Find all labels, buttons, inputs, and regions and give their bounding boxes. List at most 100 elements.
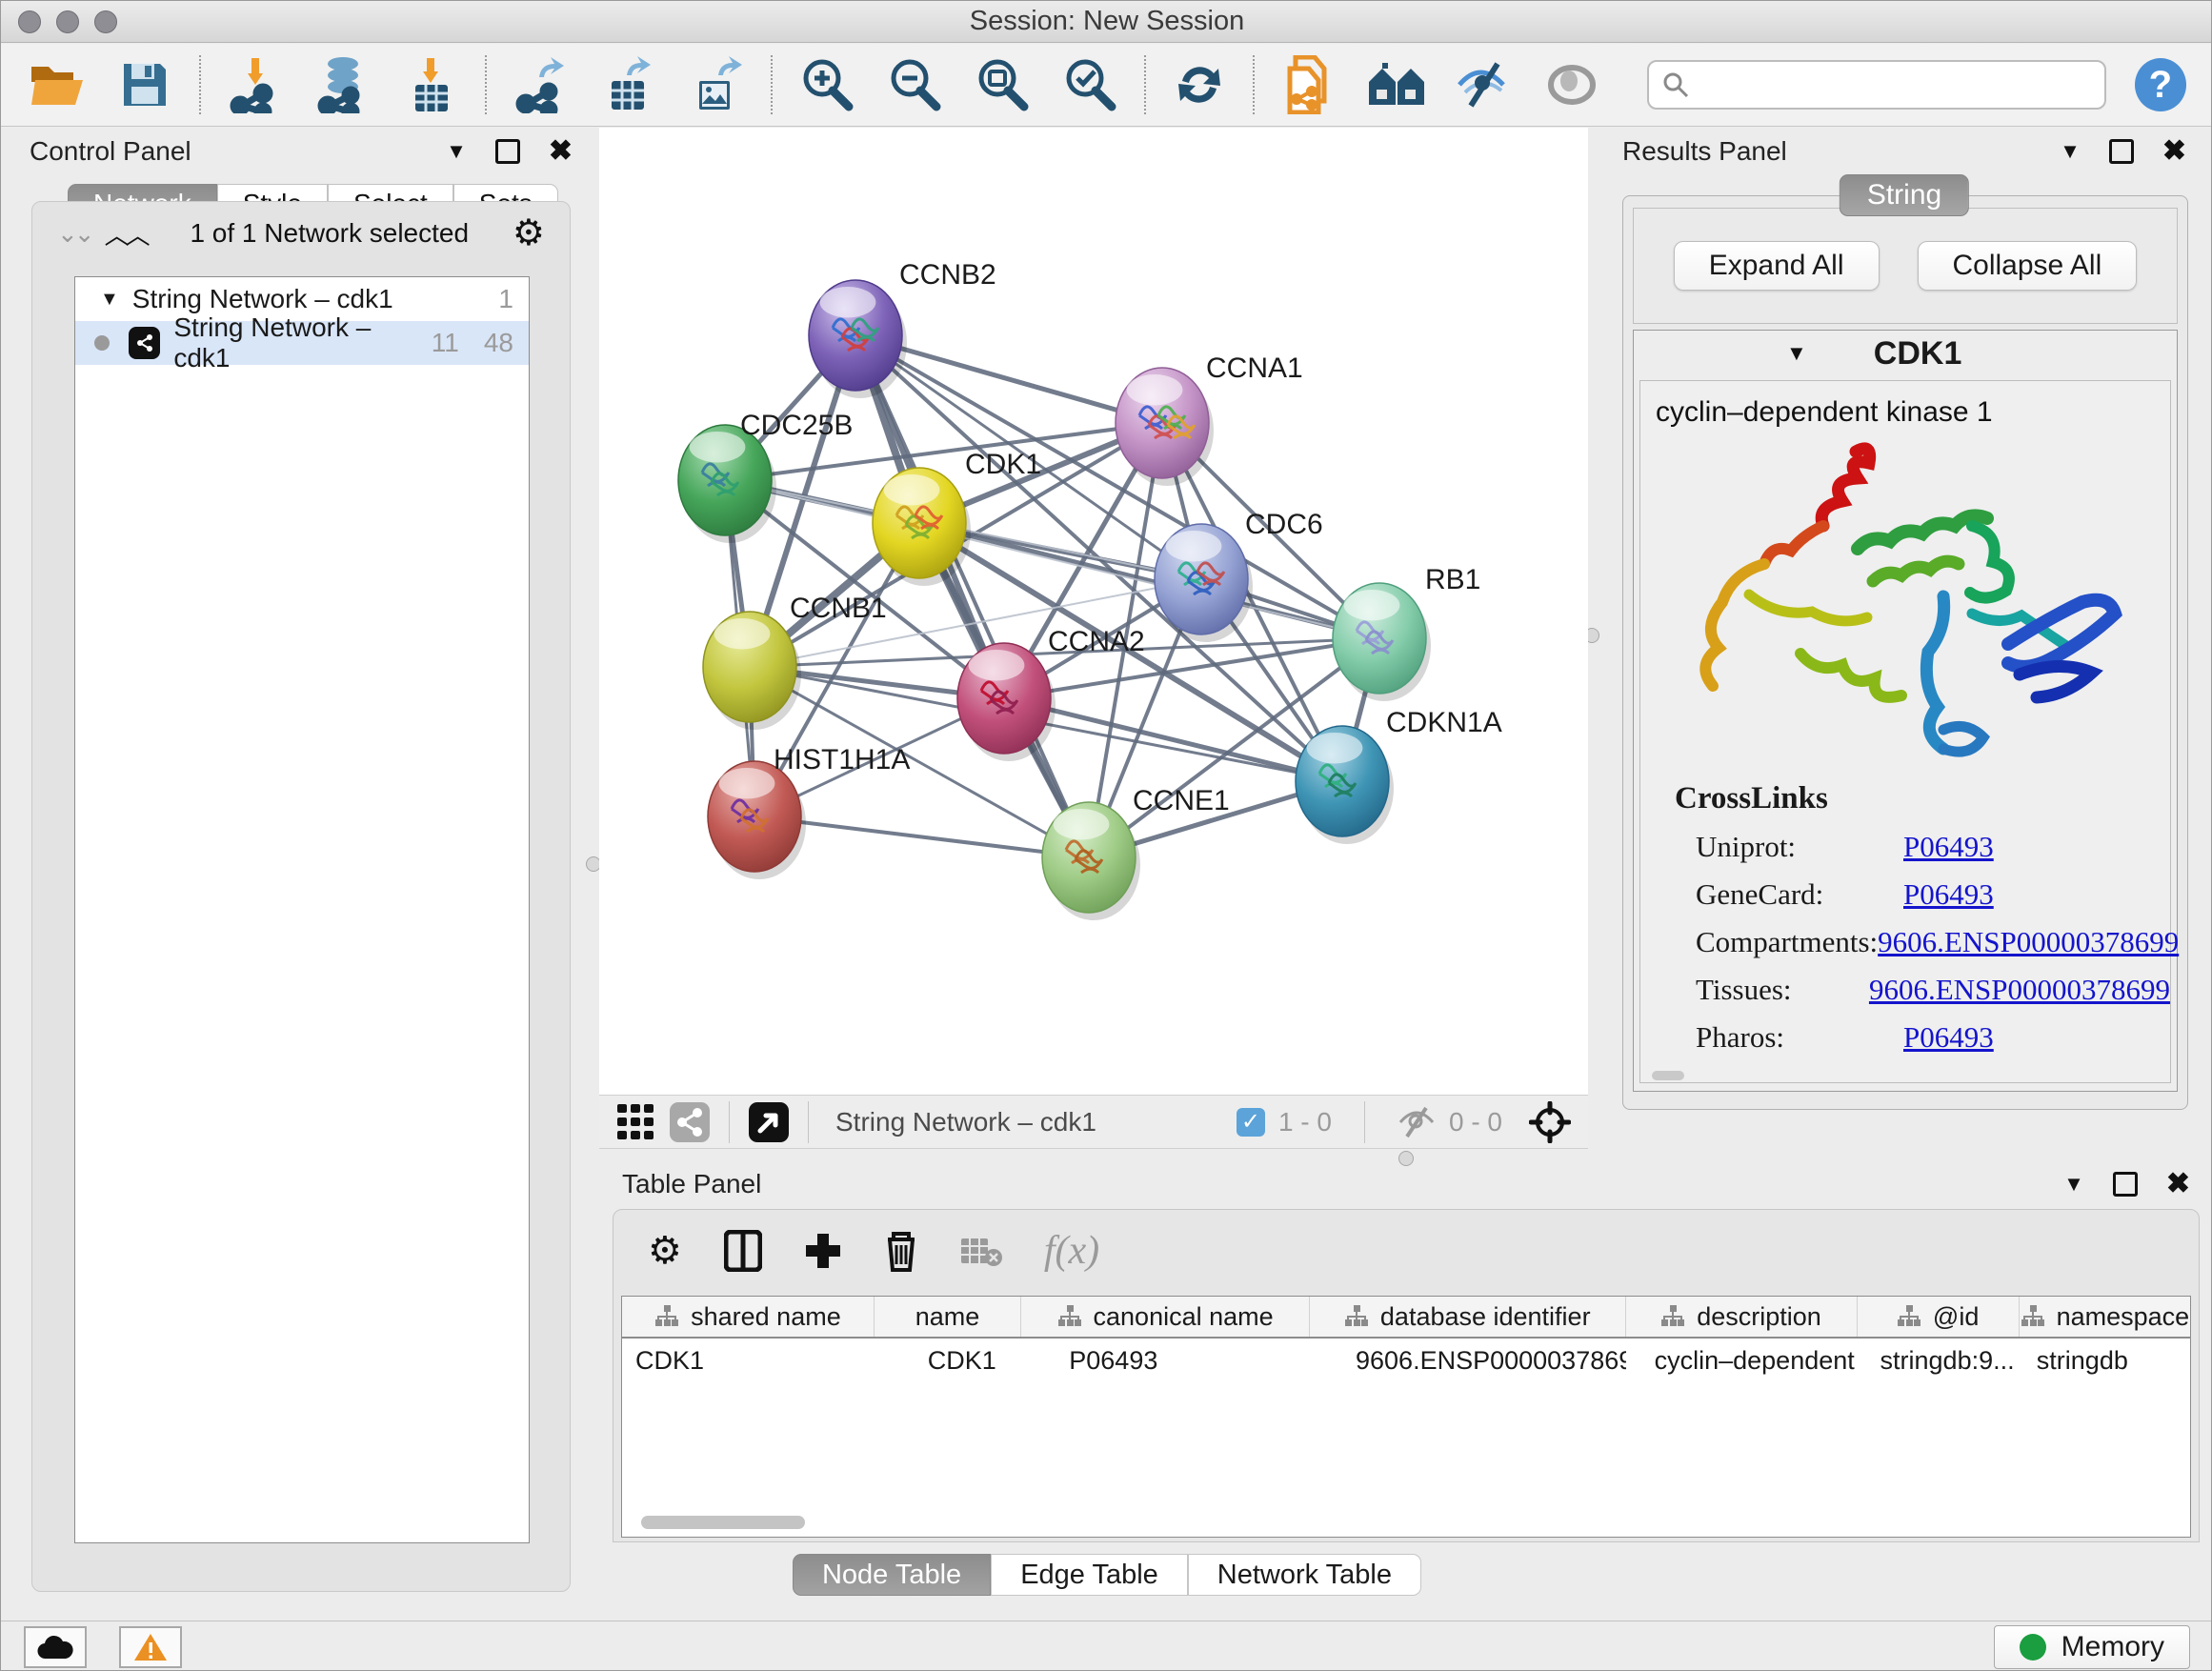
network-options-gear-icon[interactable]: ⚙ bbox=[513, 215, 545, 252]
export-image-icon[interactable] bbox=[687, 55, 746, 114]
memory-status-dot bbox=[2020, 1634, 2046, 1661]
crosslink-compartments-link[interactable]: 9606.ENSP00000378699 bbox=[1878, 925, 2179, 959]
column-header-namespace[interactable]: namespace bbox=[2020, 1297, 2190, 1337]
scrollbar-thumb[interactable] bbox=[641, 1516, 805, 1529]
import-database-icon[interactable] bbox=[313, 55, 372, 114]
tab-string[interactable]: String bbox=[1840, 174, 1969, 216]
crosslink-label: Tissues: bbox=[1675, 973, 1869, 1007]
hierarchy-icon bbox=[1057, 1304, 1082, 1329]
open-folder-icon[interactable] bbox=[28, 55, 87, 114]
table-toolbar: ⚙ f(x) bbox=[613, 1210, 2199, 1292]
memory-button[interactable]: Memory bbox=[1994, 1625, 2190, 1669]
zoom-selected-icon[interactable] bbox=[1060, 55, 1119, 114]
panel-float-icon[interactable] bbox=[2113, 1172, 2138, 1197]
expand-all-button[interactable]: Expand All bbox=[1674, 241, 1880, 291]
network-node[interactable]: CCNA1 bbox=[1116, 352, 1303, 486]
delete-column-icon[interactable] bbox=[884, 1230, 918, 1272]
table-row[interactable]: CDK1 CDK1 P06493 9606.ENSP00000378699 cy… bbox=[622, 1339, 2190, 1382]
collapse-all-networks-icon[interactable]: ︿︿ bbox=[105, 216, 147, 252]
network-node[interactable]: HIST1H1A bbox=[708, 744, 910, 879]
birdseye-share-icon[interactable] bbox=[670, 1102, 710, 1142]
panel-caret-icon[interactable]: ▼ bbox=[2060, 139, 2081, 164]
crosslink-genecard-link[interactable]: P06493 bbox=[1903, 877, 1994, 912]
tab-edge-table[interactable]: Edge Table bbox=[991, 1554, 1188, 1596]
show-all-eye-icon[interactable] bbox=[1542, 55, 1601, 114]
cell-namespace: stringdb bbox=[2020, 1339, 2190, 1382]
hidden-eye-slash-icon[interactable] bbox=[1398, 1106, 1436, 1138]
edge-count: 48 bbox=[484, 328, 513, 358]
protein-caret-icon[interactable]: ▼ bbox=[1786, 341, 1807, 366]
network-from-selection-icon[interactable] bbox=[1279, 55, 1338, 114]
column-header-name[interactable]: name bbox=[875, 1297, 1021, 1337]
svg-text:CCNB1: CCNB1 bbox=[790, 593, 887, 624]
open-in-new-window-icon[interactable] bbox=[749, 1102, 789, 1142]
crosslink-uniprot-link[interactable]: P06493 bbox=[1903, 830, 1994, 864]
network-node[interactable]: CDC25B bbox=[678, 410, 853, 543]
save-icon[interactable] bbox=[115, 55, 174, 114]
panel-close-icon[interactable]: ✖ bbox=[2162, 137, 2186, 166]
column-header-at-id[interactable]: @id bbox=[1858, 1297, 2020, 1337]
expand-all-networks-icon[interactable]: ⌄⌄ bbox=[57, 219, 91, 249]
svg-text:CDC25B: CDC25B bbox=[740, 410, 853, 441]
network-panel-body: ⌄⌄ ︿︿ 1 of 1 Network selected ⚙ ▼ String… bbox=[31, 201, 571, 1592]
crosshair-icon[interactable] bbox=[1529, 1101, 1571, 1143]
search-input[interactable] bbox=[1699, 70, 2091, 100]
collection-caret-icon[interactable]: ▼ bbox=[100, 289, 119, 311]
panel-caret-icon[interactable]: ▼ bbox=[2063, 1172, 2084, 1197]
cell-shared-name: CDK1 bbox=[622, 1339, 875, 1382]
column-header-description[interactable]: description bbox=[1626, 1297, 1858, 1337]
cell-description: cyclin–dependent ... bbox=[1626, 1339, 1858, 1382]
export-network-icon[interactable] bbox=[512, 55, 571, 114]
add-column-icon[interactable] bbox=[804, 1232, 842, 1270]
network-graph[interactable]: CCNB2CCNA1CDC25BCDK1CDC6RB1CCNB1CCNA2CDK… bbox=[599, 128, 1588, 1095]
cloud-button[interactable] bbox=[24, 1626, 87, 1668]
warning-button[interactable] bbox=[119, 1626, 182, 1668]
tab-node-table[interactable]: Node Table bbox=[793, 1554, 991, 1596]
network-canvas[interactable]: CCNB2CCNA1CDC25BCDK1CDC6RB1CCNB1CCNA2CDK… bbox=[599, 128, 1588, 1095]
hide-selected-eye-slash-icon[interactable] bbox=[1455, 55, 1514, 114]
help-icon[interactable]: ? bbox=[2135, 58, 2186, 111]
column-header-shared-name[interactable]: shared name bbox=[622, 1297, 875, 1337]
crosslink-pharos-link[interactable]: P06493 bbox=[1903, 1020, 1994, 1055]
panel-caret-icon[interactable]: ▼ bbox=[446, 139, 467, 164]
column-header-database-identifier[interactable]: database identifier bbox=[1310, 1297, 1626, 1337]
export-table-icon[interactable] bbox=[599, 55, 658, 114]
import-table-icon[interactable] bbox=[401, 55, 460, 114]
network-view-toolbar: String Network – cdk1 ✓ 1 - 0 0 - 0 bbox=[599, 1095, 1588, 1149]
zoom-fit-icon[interactable] bbox=[973, 55, 1032, 114]
network-status-dot bbox=[94, 335, 110, 351]
toolbar-divider bbox=[199, 55, 201, 114]
show-columns-icon[interactable] bbox=[724, 1230, 762, 1272]
selected-checkbox-icon[interactable]: ✓ bbox=[1237, 1108, 1265, 1137]
network-selected-label: 1 of 1 Network selected bbox=[147, 218, 513, 249]
panel-close-icon[interactable]: ✖ bbox=[2166, 1170, 2190, 1198]
crosslink-tissues-link[interactable]: 9606.ENSP00000378699 bbox=[1869, 973, 2170, 1007]
panel-float-icon[interactable] bbox=[2109, 139, 2134, 164]
results-scrollbar-thumb[interactable] bbox=[1652, 1071, 1684, 1080]
collapse-all-button[interactable]: Collapse All bbox=[1918, 241, 2138, 291]
crosslinks-heading: CrossLinks bbox=[1675, 781, 2170, 816]
import-network-icon[interactable] bbox=[226, 55, 285, 114]
network-node[interactable]: CDC6 bbox=[1155, 509, 1323, 642]
zoom-in-icon[interactable] bbox=[797, 55, 856, 114]
grid-view-icon[interactable] bbox=[616, 1103, 654, 1141]
table-panel: Table Panel ▼ ✖ ⚙ bbox=[607, 1163, 2205, 1546]
network-row[interactable]: String Network – cdk1 11 48 bbox=[75, 321, 529, 365]
table-options-gear-icon[interactable]: ⚙ bbox=[648, 1229, 682, 1273]
panel-close-icon[interactable]: ✖ bbox=[549, 137, 573, 166]
panel-float-icon[interactable] bbox=[495, 139, 520, 164]
search-box[interactable] bbox=[1647, 60, 2106, 110]
network-node[interactable]: RB1 bbox=[1333, 564, 1480, 701]
control-panel-title: Control Panel bbox=[30, 136, 191, 167]
tab-network-table[interactable]: Network Table bbox=[1188, 1554, 1421, 1596]
cell-database-identifier: 9606.ENSP00000378699 bbox=[1310, 1339, 1626, 1382]
table-horizontal-scrollbar[interactable] bbox=[630, 1514, 2182, 1531]
column-header-canonical-name[interactable]: canonical name bbox=[1021, 1297, 1310, 1337]
network-node[interactable]: CCNE1 bbox=[1042, 785, 1230, 920]
crosslinks-section: CrossLinks Uniprot:P06493 GeneCard:P0649… bbox=[1640, 781, 2170, 1055]
refresh-icon[interactable] bbox=[1171, 55, 1228, 114]
network-node[interactable]: CDKN1A bbox=[1296, 707, 1502, 844]
crosslink-label: GeneCard: bbox=[1675, 877, 1903, 912]
houses-icon[interactable] bbox=[1367, 55, 1426, 114]
zoom-out-icon[interactable] bbox=[885, 55, 944, 114]
